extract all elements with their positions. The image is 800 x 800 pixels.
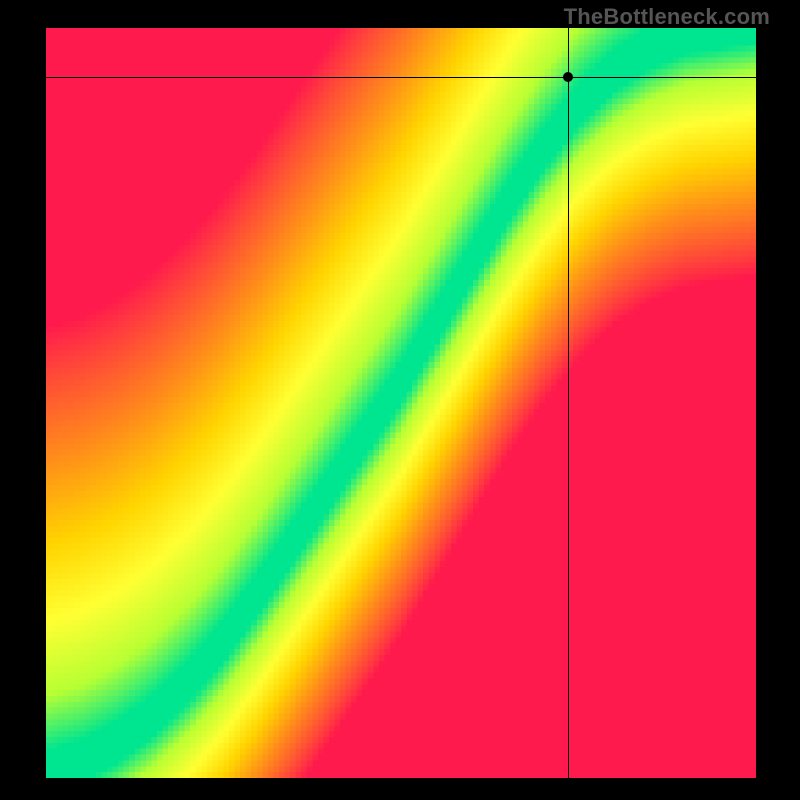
crosshair-horizontal xyxy=(46,77,756,78)
chart-stage: TheBottleneck.com xyxy=(0,0,800,800)
heatmap-plot xyxy=(46,28,756,778)
data-point-marker xyxy=(563,72,573,82)
watermark-text: TheBottleneck.com xyxy=(564,4,770,30)
crosshair-vertical xyxy=(568,28,569,778)
heatmap-canvas xyxy=(46,28,756,778)
